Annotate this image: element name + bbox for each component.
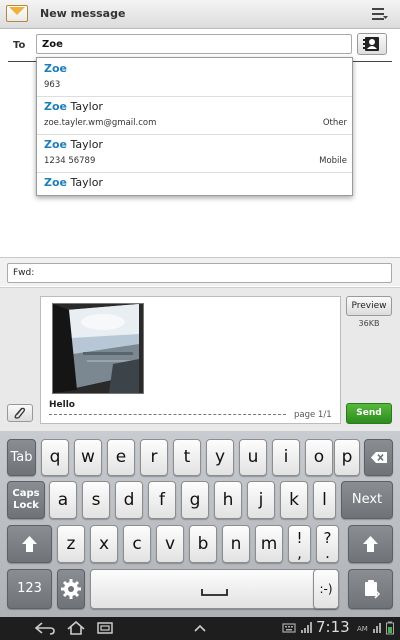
backspace-key[interactable]	[364, 439, 393, 476]
key-t[interactable]: t	[173, 439, 201, 476]
key-g[interactable]: g	[181, 481, 209, 519]
to-label: To	[13, 40, 26, 51]
key-k[interactable]: k	[280, 481, 308, 519]
suggestion-detail: 1234 56789	[44, 156, 96, 166]
suggestion-match: Zoe	[44, 176, 67, 189]
contact-suggestions: Zoe 963 Zoe Taylor zoe.tayler.wm@gmail.c…	[36, 57, 353, 196]
settings-key[interactable]	[57, 569, 85, 609]
caps-lock-key[interactable]: Caps Lock	[7, 481, 45, 519]
numbers-key[interactable]: 123	[7, 569, 52, 609]
suggestion-name: Taylor	[67, 100, 103, 113]
back-icon[interactable]	[34, 621, 56, 635]
attachment-thumbnail[interactable]	[52, 303, 144, 394]
key-l[interactable]: l	[313, 481, 336, 519]
question-period-key[interactable]: ? .	[316, 525, 339, 563]
key-e[interactable]: e	[107, 439, 135, 476]
chevron-up-icon[interactable]	[192, 621, 208, 635]
title-bar: New message	[0, 0, 400, 29]
backspace-icon	[371, 452, 387, 463]
suggestion-detail: 963	[44, 80, 61, 90]
wifi-signal-icon	[373, 623, 381, 633]
suggestion-match: Zoe	[44, 138, 67, 151]
key-c[interactable]: c	[123, 525, 151, 563]
smiley-key[interactable]: :-)	[313, 569, 339, 609]
send-button[interactable]: Send	[346, 403, 392, 424]
preview-button[interactable]: Preview	[346, 296, 392, 316]
tab-key[interactable]: Tab	[7, 439, 36, 476]
key-v[interactable]: v	[156, 525, 184, 563]
suggestion-name: Taylor	[67, 138, 103, 151]
subject-input[interactable]: Fwd:	[7, 263, 392, 283]
shift-key-left[interactable]	[7, 525, 52, 563]
shift-key-right[interactable]	[348, 525, 393, 563]
key-f[interactable]: f	[148, 481, 176, 519]
page-indicator: page 1/1	[294, 410, 332, 420]
suggestion-item[interactable]: Zoe Taylor 1234 56789 Mobile	[37, 134, 352, 173]
suggestion-match: Zoe	[44, 62, 67, 75]
suggestion-item[interactable]: Zoe Taylor	[37, 172, 352, 195]
suggestion-detail: zoe.tayler.wm@gmail.com	[44, 118, 157, 128]
key-j[interactable]: j	[247, 481, 275, 519]
page-divider	[49, 414, 286, 415]
recipient-input[interactable]: Zoe	[36, 34, 352, 54]
key-y[interactable]: y	[206, 439, 234, 476]
attachment-size: 36KB	[358, 319, 380, 328]
key-u[interactable]: u	[239, 439, 267, 476]
period-label: .	[325, 544, 330, 562]
suggestion-type: Other	[322, 118, 347, 128]
key-h[interactable]: h	[214, 481, 242, 519]
key-w[interactable]: w	[74, 439, 102, 476]
home-icon[interactable]	[66, 621, 86, 635]
suggestion-type: Mobile	[319, 156, 347, 166]
lock-label: Lock	[13, 500, 39, 511]
keyboard-status-icon	[282, 623, 296, 633]
suggestion-match: Zoe	[44, 100, 67, 113]
clipboard-key[interactable]	[348, 569, 393, 609]
shift-icon	[22, 536, 37, 552]
next-key[interactable]: Next	[341, 481, 393, 519]
attach-button[interactable]	[7, 404, 33, 422]
message-text: Hello	[49, 400, 75, 410]
key-o[interactable]: o	[305, 439, 333, 476]
system-nav-bar: 7:13 AM	[0, 617, 400, 640]
contacts-button[interactable]	[357, 33, 387, 55]
comma-label: ,	[297, 544, 302, 562]
paperclip-icon	[14, 407, 26, 419]
key-p[interactable]: p	[334, 439, 360, 476]
key-s[interactable]: s	[82, 481, 110, 519]
clock: 7:13	[316, 618, 350, 636]
battery-icon	[386, 621, 394, 635]
page-title: New message	[40, 7, 126, 20]
space-icon	[201, 589, 228, 596]
key-x[interactable]: x	[90, 525, 118, 563]
gear-icon	[61, 579, 81, 599]
contacts-icon	[363, 37, 379, 51]
suggestion-item[interactable]: Zoe 963	[37, 58, 352, 97]
suggestion-name: Taylor	[67, 176, 103, 189]
shift-icon	[363, 536, 378, 552]
key-d[interactable]: d	[115, 481, 143, 519]
space-key[interactable]	[90, 569, 339, 609]
clock-ampm: AM	[357, 625, 368, 633]
photo-image	[53, 304, 143, 393]
key-m[interactable]: m	[255, 525, 283, 563]
exclaim-comma-key[interactable]: ! ,	[288, 525, 311, 563]
key-i[interactable]: i	[272, 439, 300, 476]
envelope-icon	[6, 5, 28, 22]
key-a[interactable]: a	[49, 481, 77, 519]
key-z[interactable]: z	[57, 525, 85, 563]
clipboard-icon	[365, 580, 381, 599]
key-r[interactable]: r	[140, 439, 168, 476]
key-b[interactable]: b	[189, 525, 217, 563]
menu-icon[interactable]	[372, 7, 388, 21]
recent-apps-icon[interactable]	[95, 621, 115, 635]
key-n[interactable]: n	[222, 525, 250, 563]
key-q[interactable]: q	[41, 439, 69, 476]
signal-icon	[301, 622, 312, 633]
suggestion-item[interactable]: Zoe Taylor zoe.tayler.wm@gmail.com Other	[37, 96, 352, 135]
keyboard: Tab q w e r t y u i o p Caps Lock a s d …	[0, 431, 400, 617]
caps-label: Caps	[12, 488, 40, 499]
